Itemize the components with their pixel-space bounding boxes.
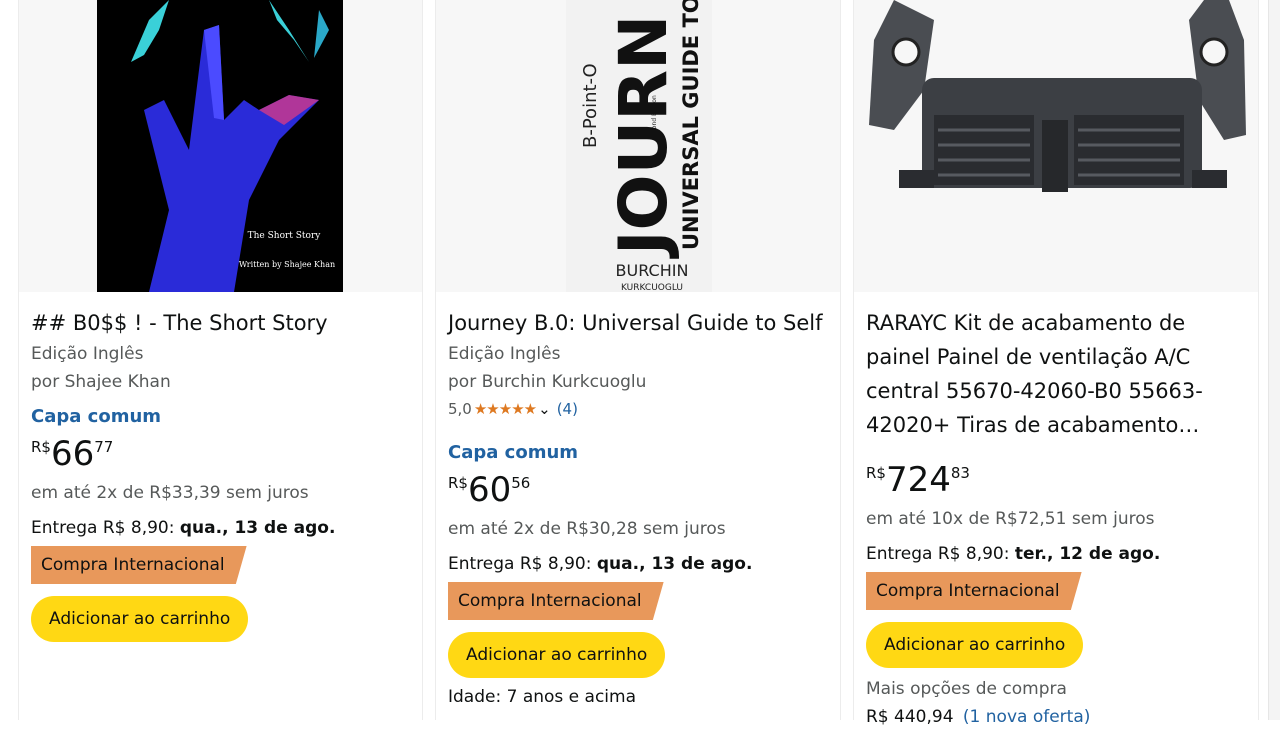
cover-subtitle-text: UNIVERSAL GUIDE TO: [679, 0, 703, 250]
product-title[interactable]: ## B0$$ ! - The Short Story: [31, 306, 414, 340]
add-to-cart-button[interactable]: Adicionar ao carrinho: [866, 622, 1084, 668]
product-edition: Edição Inglês: [31, 344, 144, 364]
price-whole: 60: [467, 470, 512, 510]
price-whole: 66: [50, 434, 95, 474]
installments-text: em até 2x de R$30,28 sem juros: [448, 519, 726, 539]
international-badge: Compra Internacional: [866, 572, 1082, 610]
product-image[interactable]: [854, 0, 1258, 292]
product-info: ## B0$$ ! - The Short Story Edição Inglê…: [31, 306, 414, 642]
price-whole: 724: [885, 460, 951, 500]
product-image[interactable]: B-Point-O Second Edition JOURN UNIVERSAL…: [436, 0, 840, 292]
delivery-prefix: Entrega R$ 8,90:: [31, 518, 180, 538]
product-info: RARAYC Kit de acabamento de painel Paine…: [866, 306, 1250, 730]
cover-title-text: JOURN: [605, 15, 682, 259]
product-price[interactable]: R$ 66 77: [31, 432, 414, 476]
product-card: RARAYC Kit de acabamento de painel Paine…: [853, 0, 1259, 727]
product-format[interactable]: Capa comum: [448, 438, 832, 468]
price-fraction: 56: [511, 474, 531, 492]
installments-text: em até 2x de R$33,39 sem juros: [31, 483, 309, 503]
cover-side-text: B-Point-O: [580, 63, 601, 148]
review-count-link[interactable]: (4): [557, 400, 578, 418]
product-author: por Burchin Kurkcuoglu: [448, 372, 647, 392]
product-author: por Shajee Khan: [31, 372, 171, 392]
new-offer-link[interactable]: (1 nova oferta): [963, 707, 1090, 727]
cover-text-1: The Short Story: [248, 231, 322, 241]
product-title[interactable]: Journey B.0: Universal Guide to Self: [448, 306, 832, 340]
product-title[interactable]: RARAYC Kit de acabamento de painel Paine…: [866, 306, 1250, 442]
product-info: Journey B.0: Universal Guide to Self Edi…: [448, 306, 832, 712]
delivery-date: qua., 13 de ago.: [596, 554, 753, 574]
cover-text-2: Written by Shajee Khan: [239, 260, 335, 269]
delivery-prefix: Entrega R$ 8,90:: [448, 554, 597, 574]
more-buying-options: Mais opções de compra: [866, 679, 1067, 699]
international-badge: Compra Internacional: [31, 546, 247, 584]
price-currency: R$: [866, 464, 886, 482]
rating-row[interactable]: 5,0 ★★★★★ ⌄ (4): [448, 396, 832, 422]
more-offers-row[interactable]: R$ 440,94 (1 nova oferta): [866, 704, 1250, 730]
cover-author-1: BURCHIN: [616, 261, 689, 280]
product-format[interactable]: Capa comum: [31, 402, 414, 432]
product-image[interactable]: The Short Story Written by Shajee Khan: [19, 0, 422, 292]
star-rating-icon: ★★★★★: [473, 400, 537, 418]
price-fraction: 83: [950, 464, 970, 482]
delivery-info: Entrega R$ 8,90: ter., 12 de ago.: [866, 536, 1250, 572]
page-gutter: [0, 0, 18, 720]
scrollbar[interactable]: [1268, 0, 1280, 720]
more-offers-price: R$ 440,94: [866, 707, 954, 727]
international-badge: Compra Internacional: [448, 582, 664, 620]
product-edition: Edição Inglês: [448, 344, 561, 364]
delivery-info: Entrega R$ 8,90: qua., 13 de ago.: [448, 546, 832, 582]
product-card: The Short Story Written by Shajee Khan #…: [18, 0, 423, 720]
add-to-cart-button[interactable]: Adicionar ao carrinho: [31, 596, 249, 642]
dashboard-vent-kit-image: [854, 0, 1258, 292]
delivery-date: ter., 12 de ago.: [1014, 544, 1161, 564]
price-fraction: 77: [94, 438, 114, 456]
product-card: B-Point-O Second Edition JOURN UNIVERSAL…: [435, 0, 841, 720]
price-currency: R$: [448, 474, 468, 492]
product-price[interactable]: R$ 60 56: [448, 468, 832, 512]
add-to-cart-button[interactable]: Adicionar ao carrinho: [448, 632, 666, 678]
installments-text: em até 10x de R$72,51 sem juros: [866, 509, 1155, 529]
delivery-prefix: Entrega R$ 8,90:: [866, 544, 1015, 564]
delivery-info: Entrega R$ 8,90: qua., 13 de ago.: [31, 510, 414, 546]
chevron-down-icon[interactable]: ⌄: [538, 400, 551, 418]
book-cover-journey-image: B-Point-O Second Edition JOURN UNIVERSAL…: [436, 0, 840, 292]
delivery-date: qua., 13 de ago.: [179, 518, 336, 538]
product-price[interactable]: R$ 724 83: [866, 458, 1250, 502]
rating-value: 5,0: [448, 400, 472, 418]
cover-author-2: KURKCUOGLU: [621, 283, 683, 292]
price-currency: R$: [31, 438, 51, 456]
book-cover-boss-image: The Short Story Written by Shajee Khan: [19, 0, 422, 292]
age-range: Idade: 7 anos e acima: [448, 687, 637, 707]
